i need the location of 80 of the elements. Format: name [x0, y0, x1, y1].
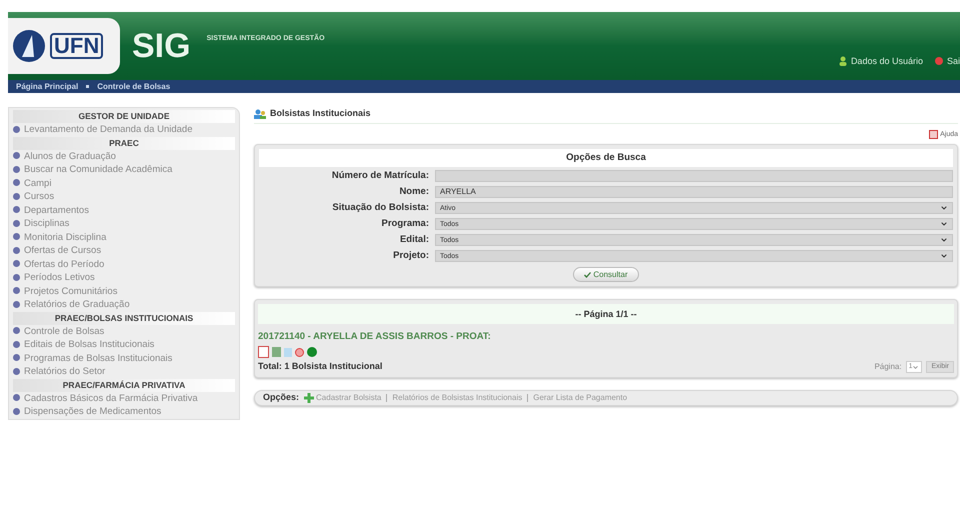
options-label: Opções: — [263, 391, 300, 404]
input-field[interactable] — [435, 170, 953, 182]
bullet-icon — [13, 368, 20, 375]
sidebar-link[interactable]: Levantamento de Demanda da Unidade — [9, 123, 239, 136]
sidebar-link[interactable]: Programas de Bolsas Institucionais — [9, 352, 239, 365]
bullet-icon — [13, 166, 20, 173]
field-label: Situação do Bolsista: — [331, 201, 429, 215]
page-label: Página: — [874, 361, 902, 373]
bullet-icon — [13, 220, 20, 227]
field-label: Programa: — [380, 217, 429, 231]
input-field[interactable]: ARYELLA — [435, 186, 953, 198]
sidebar-link[interactable]: Cursos — [9, 190, 239, 204]
edit-icon[interactable] — [272, 347, 281, 358]
bullet-icon — [13, 340, 20, 348]
plus-icon — [304, 392, 314, 403]
document-icon[interactable] — [258, 346, 269, 358]
remove-icon[interactable] — [295, 348, 304, 357]
sidebar-link[interactable]: Alunos de Graduação — [9, 150, 239, 163]
bullet-icon — [13, 192, 20, 200]
bullet-icon — [13, 152, 20, 160]
sidebar-section-title: GESTOR DE UNIDADE — [13, 110, 235, 123]
field-label: Nome: — [398, 185, 429, 199]
total-count: Total: 1 Bolsista Institucional — [258, 360, 382, 374]
bullet-icon — [13, 394, 20, 402]
emblem-icon — [12, 29, 46, 63]
search-button[interactable]: Consultar — [573, 267, 639, 282]
bullet-icon — [13, 408, 20, 415]
sidebar-section-title: PRAEC — [13, 136, 235, 150]
exit-icon — [934, 57, 943, 66]
sidebar-link[interactable]: Buscar na Comunidade Acadêmica — [9, 163, 239, 176]
bullet-icon — [13, 274, 20, 281]
sidebar-link[interactable]: Departamentos — [9, 204, 239, 217]
sidebar-link[interactable]: Controle de Bolsas — [9, 324, 239, 338]
bullet-icon — [13, 206, 20, 214]
panel-title: Opções de Busca — [259, 149, 953, 167]
sidebar-link[interactable]: Dispensações de Medicamentos — [9, 405, 239, 418]
bullet-icon — [13, 246, 20, 254]
scholarship-holder-title: 201721140 - ARYELLA DE ASSIS BARROS - PROAT: — [258, 330, 492, 344]
bullet-icon — [13, 300, 20, 308]
sidebar-link[interactable]: Relatórios de Graduação — [9, 298, 239, 312]
chevron-down-icon — [912, 364, 920, 370]
user-data-link[interactable]: Dados do Usuário — [838, 54, 923, 68]
sidebar-link[interactable]: Monitoria Disciplina — [9, 230, 239, 244]
sidebar-section-title: PRAEC/BOLSAS INSTITUCIONAIS — [13, 312, 235, 324]
sidebar-link[interactable]: Cadastros Básicos da Farmácia Privativa — [9, 392, 239, 405]
sidebar-link[interactable]: Disciplinas — [9, 217, 239, 230]
breadcrumb-link[interactable]: Controle de Bolsas — [97, 80, 170, 92]
bullet-icon — [13, 287, 20, 294]
sidebar-link[interactable]: Projetos Comunitários — [9, 284, 239, 298]
option-link[interactable]: Gerar Lista de Pagamento — [533, 392, 628, 404]
sidebar-link[interactable]: Relatórios do Setor — [9, 365, 239, 378]
sidebar-section-title: PRAEC/FARMÁCIA PRIVATIVA — [13, 378, 235, 392]
option-link[interactable]: Relatórios de Bolsistas Institucionais — [392, 392, 522, 404]
bullet-icon — [13, 327, 20, 334]
people-icon — [254, 108, 266, 119]
bullet-icon — [13, 354, 20, 362]
bullet-icon — [13, 233, 20, 240]
pager-title: -- Página 1/1 -- — [258, 304, 954, 324]
field-label: Projeto: — [392, 249, 429, 263]
breadcrumb-link[interactable]: Página Principal — [16, 80, 78, 92]
option-link[interactable]: Cadastrar Bolsista — [304, 392, 382, 404]
bullet-icon — [13, 126, 20, 133]
page-title: Bolsistas Institucionais — [270, 107, 371, 120]
app-name: SIG — [132, 29, 191, 63]
bullet-icon — [13, 179, 20, 186]
breadcrumb-separator — [86, 85, 90, 88]
field-label: Edital: — [398, 233, 429, 247]
sidebar-link[interactable]: Editais de Bolsas Institucionais — [9, 338, 239, 352]
exit-link[interactable]: Sai — [934, 54, 960, 68]
field-label: Número de Matrícula: — [330, 169, 429, 183]
status-icon[interactable] — [307, 347, 317, 358]
help-icon — [929, 130, 938, 140]
sidebar-link[interactable]: Períodos Letivos — [9, 271, 239, 284]
user-icon — [838, 56, 847, 66]
sidebar-link[interactable]: Ofertas de Cursos — [9, 244, 239, 258]
logo-text: UFN — [50, 33, 104, 59]
sidebar-link[interactable]: Ofertas do Período — [9, 258, 239, 271]
bullet-icon — [13, 260, 20, 268]
checkmark-icon — [584, 272, 592, 278]
sidebar-link[interactable]: Campi — [9, 176, 239, 190]
